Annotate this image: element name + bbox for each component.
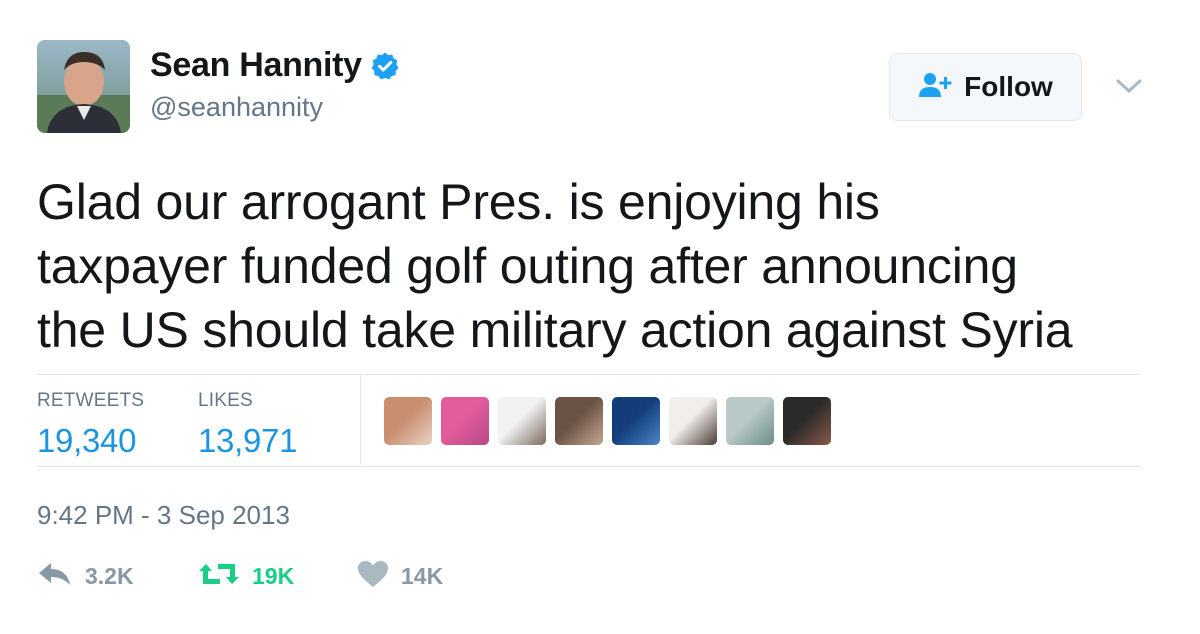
- chevron-down-icon[interactable]: [1114, 74, 1144, 98]
- liker-avatar[interactable]: [669, 397, 717, 445]
- follow-label: Follow: [964, 71, 1053, 102]
- like-button[interactable]: 14K: [357, 560, 443, 593]
- retweet-icon: [198, 560, 240, 593]
- retweets-value: 19,340: [37, 422, 137, 459]
- stats-bottom-divider: [37, 466, 1140, 467]
- author-avatar[interactable]: [37, 40, 130, 133]
- liker-avatar[interactable]: [441, 397, 489, 445]
- author-name[interactable]: Sean Hannity: [150, 46, 362, 85]
- stats-vertical-divider: [360, 375, 361, 465]
- reply-count: 3.2K: [85, 563, 134, 589]
- stats-top-divider: [37, 374, 1140, 375]
- author-handle[interactable]: @seanhannity: [150, 92, 323, 123]
- tweet-text: Glad our arrogant Pres. is enjoying his …: [37, 170, 1167, 362]
- avatar-photo: [37, 40, 130, 133]
- follow-button[interactable]: Follow: [889, 53, 1082, 121]
- reply-button[interactable]: 3.2K: [37, 560, 134, 593]
- liker-avatar[interactable]: [384, 397, 432, 445]
- liker-avatars: [384, 397, 831, 445]
- liker-avatar[interactable]: [783, 397, 831, 445]
- likes-stat[interactable]: LIKES 13,971: [198, 390, 297, 460]
- tweet-timestamp[interactable]: 9:42 PM - 3 Sep 2013: [37, 500, 290, 531]
- reply-icon: [37, 560, 73, 593]
- tweet-text-line: taxpayer funded golf outing after announ…: [37, 238, 1018, 294]
- liker-avatar[interactable]: [726, 397, 774, 445]
- retweet-count: 19K: [252, 563, 295, 589]
- retweets-label: RETWEETS: [37, 390, 145, 411]
- likes-value: 13,971: [198, 422, 298, 459]
- likes-label: LIKES: [198, 390, 253, 411]
- liker-avatar[interactable]: [498, 397, 546, 445]
- retweets-stat[interactable]: RETWEETS 19,340: [37, 390, 144, 460]
- liker-avatar[interactable]: [555, 397, 603, 445]
- verified-badge-icon: [370, 51, 400, 81]
- heart-icon: [357, 560, 389, 593]
- like-count: 14K: [401, 563, 444, 589]
- liker-avatar[interactable]: [612, 397, 660, 445]
- tweet-text-line: the US should take military action again…: [37, 302, 1073, 358]
- retweet-button[interactable]: 19K: [198, 560, 294, 593]
- follow-person-icon: [918, 71, 954, 104]
- tweet-text-line: Glad our arrogant Pres. is enjoying his: [37, 174, 880, 230]
- author-name-row: Sean Hannity: [150, 46, 400, 85]
